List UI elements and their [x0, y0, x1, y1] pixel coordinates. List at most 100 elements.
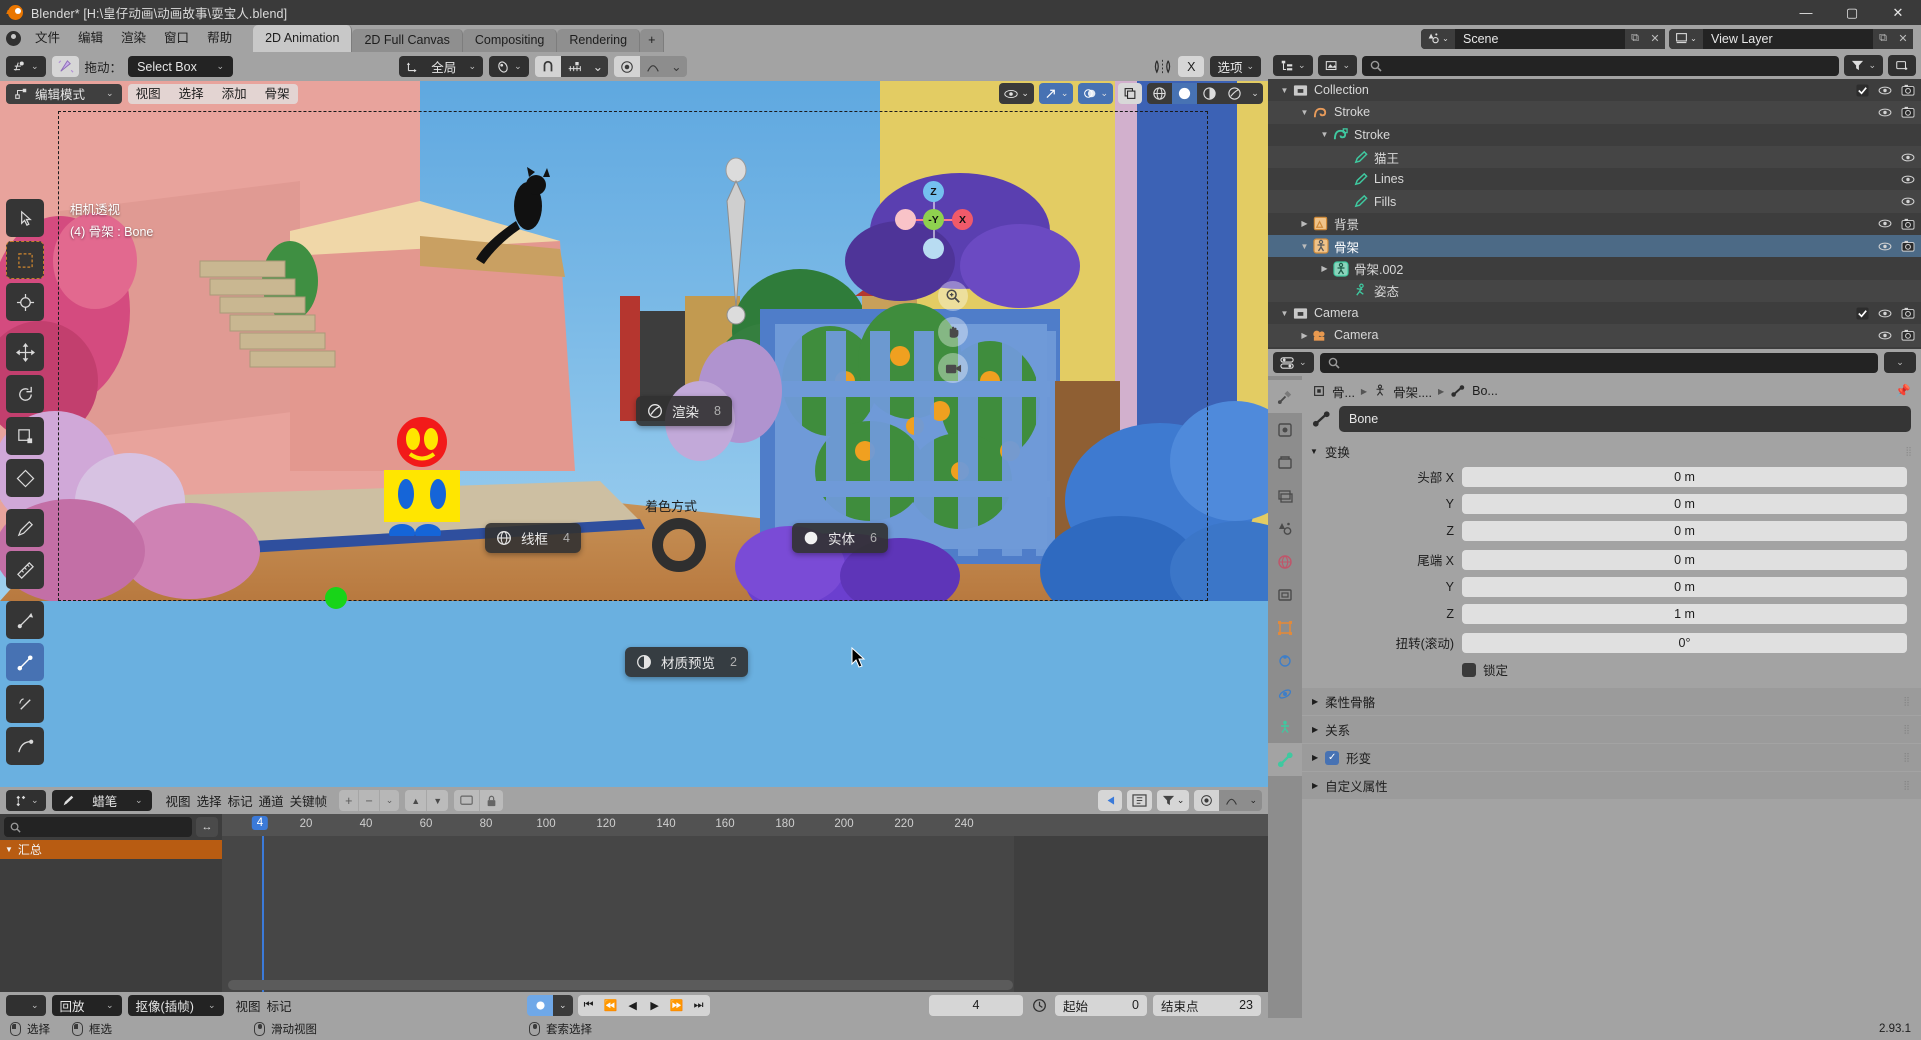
- pivot-point-dropdown[interactable]: ⌄: [489, 56, 529, 77]
- tool-move[interactable]: [6, 333, 44, 371]
- current-frame-field[interactable]: 4: [929, 994, 1023, 1016]
- tab-collection[interactable]: [1268, 578, 1302, 611]
- field-tail-x-value[interactable]: 0 m: [1462, 549, 1907, 570]
- section-deform[interactable]: ▶ ✓ 形变 ⣿: [1302, 744, 1921, 771]
- only-show-selected-icon[interactable]: [454, 790, 480, 811]
- jump-to-end-button[interactable]: ⏭: [688, 995, 710, 1016]
- navigation-gizmo[interactable]: Z -Y X: [895, 181, 973, 259]
- bone-name-field[interactable]: Bone: [1339, 406, 1911, 432]
- section-bbone[interactable]: ▶ 柔性骨骼 ⣿: [1302, 688, 1921, 715]
- outliner-row[interactable]: ▶ 背景: [1268, 213, 1921, 235]
- tab-object-data[interactable]: [1268, 710, 1302, 743]
- outliner-filter-icon[interactable]: ⌄: [1844, 55, 1883, 76]
- field-head-x-value[interactable]: 0 m: [1462, 466, 1907, 487]
- keying-popover[interactable]: 抠像(插帧) ⌄: [127, 994, 224, 1016]
- tab-view-layer[interactable]: [1268, 479, 1302, 512]
- dope-falloff-icon[interactable]: [1219, 790, 1245, 811]
- tab-scene[interactable]: [1268, 512, 1302, 545]
- outliner-expand-toggle[interactable]: ▼: [1278, 86, 1291, 95]
- view-frame-icon[interactable]: [1126, 790, 1152, 811]
- outliner-display-mode[interactable]: ⌄: [1317, 55, 1358, 76]
- menu-file[interactable]: 文件: [26, 25, 69, 52]
- tab-bone[interactable]: [1268, 743, 1302, 776]
- tab-physics[interactable]: [1268, 677, 1302, 710]
- shading-material-preview-icon[interactable]: [1197, 83, 1222, 104]
- snap-magnet-icon[interactable]: [534, 56, 561, 77]
- viewport-menu-add[interactable]: 添加: [214, 84, 255, 104]
- tab-world[interactable]: [1268, 545, 1302, 578]
- dopesheet-editor-type[interactable]: ⌄: [6, 790, 46, 811]
- camera-icon[interactable]: [1901, 240, 1915, 252]
- deform-checkbox[interactable]: ✓: [1325, 750, 1340, 765]
- pie-item-material-preview[interactable]: 材质预览 2: [625, 647, 748, 677]
- unlink-scene-button[interactable]: ✕: [1645, 28, 1665, 49]
- dope-snap-icon[interactable]: [1194, 790, 1220, 811]
- outliner-expand-toggle[interactable]: ▼: [1298, 242, 1311, 251]
- dopesheet-menu-select[interactable]: 选择: [197, 791, 222, 810]
- outliner-tree[interactable]: ▼ Collection ▼ Stroke ▼ Stroke 猫王 Lines Fills ▶ 背景…: [1268, 79, 1921, 349]
- dope-key-area[interactable]: 4 20 40 60 80 100 120 140 160 180 200 22…: [222, 814, 1268, 992]
- outliner-row[interactable]: ▶ Camera: [1268, 324, 1921, 347]
- tool-tweak[interactable]: [6, 199, 44, 237]
- minimize-button[interactable]: —: [1783, 0, 1829, 25]
- dopesheet-menu-view[interactable]: 视图: [166, 791, 191, 810]
- visibility-dropdown[interactable]: ⌄: [999, 83, 1034, 104]
- end-frame-field[interactable]: 结束点 23: [1153, 994, 1261, 1016]
- field-head-z-value[interactable]: 0 m: [1462, 520, 1907, 541]
- breadcrumb-bone[interactable]: Bo...: [1472, 384, 1498, 398]
- timeline-menu-view[interactable]: 视图: [236, 996, 261, 1015]
- shading-wireframe-icon[interactable]: [1147, 83, 1172, 104]
- xray-toggle[interactable]: [1118, 83, 1142, 104]
- pan-hand-icon[interactable]: [938, 317, 968, 347]
- outliner-row[interactable]: 姿态: [1268, 279, 1921, 302]
- outliner-expand-toggle[interactable]: ▶: [1298, 219, 1311, 228]
- gizmo-neg-z-axis[interactable]: [923, 238, 944, 259]
- eye-icon[interactable]: [1878, 218, 1892, 229]
- outliner-row[interactable]: ▼ Camera: [1268, 302, 1921, 324]
- dopesheet-menu-marker[interactable]: 标记: [228, 791, 253, 810]
- mirror-x-icon[interactable]: [1153, 58, 1172, 75]
- tool-bone-envelope[interactable]: [6, 727, 44, 765]
- timeline-menu-marker[interactable]: 标记: [267, 996, 292, 1015]
- remove-keyframe-button[interactable]: −: [358, 790, 379, 811]
- options-dropdown[interactable]: 选项 ⌄: [1210, 56, 1261, 77]
- tool-bone-size[interactable]: [6, 643, 44, 681]
- lock-icon[interactable]: [479, 790, 504, 811]
- shading-dropdown-arrow[interactable]: ⌄: [1247, 83, 1263, 104]
- outliner-row[interactable]: Lines: [1268, 168, 1921, 190]
- viewport-menu-select[interactable]: 选择: [171, 84, 212, 104]
- properties-options-dropdown[interactable]: ⌄: [1884, 352, 1916, 373]
- outliner-row[interactable]: ▼ 骨架: [1268, 235, 1921, 258]
- dopesheet-menu-channel[interactable]: 通道: [259, 791, 284, 810]
- tab-2d-animation[interactable]: 2D Animation: [253, 25, 353, 52]
- channel-expand-button[interactable]: ↔: [196, 817, 218, 837]
- move-down-button[interactable]: ▼: [426, 790, 449, 811]
- camera-icon[interactable]: [1901, 329, 1915, 342]
- outliner-expand-toggle[interactable]: ▼: [1318, 130, 1331, 139]
- play-button[interactable]: ▶: [644, 995, 666, 1016]
- move-up-button[interactable]: ▲: [405, 790, 427, 811]
- tool-rotate[interactable]: [6, 375, 44, 413]
- auto-keying-toggle[interactable]: [527, 994, 553, 1016]
- scene-selector[interactable]: ⌄ Scene ⧉ ✕: [1421, 28, 1665, 49]
- gizmo-y-axis[interactable]: -Y: [923, 209, 944, 230]
- camera-icon[interactable]: [1901, 218, 1915, 230]
- eye-icon[interactable]: [1878, 308, 1892, 319]
- tool-bone-roll[interactable]: [6, 685, 44, 723]
- channel-group-summary[interactable]: ▼ 汇总: [0, 840, 222, 859]
- tool-annotate[interactable]: [6, 509, 44, 547]
- field-head-y-value[interactable]: 0 m: [1462, 493, 1907, 514]
- blender-menu-icon[interactable]: [0, 25, 26, 52]
- channel-search-input[interactable]: [4, 817, 192, 837]
- tab-2d-full-canvas[interactable]: 2D Full Canvas: [352, 29, 463, 52]
- overlays-toggle[interactable]: ⌄: [1078, 83, 1113, 104]
- tool-scale[interactable]: [6, 417, 44, 455]
- mirror-x-toggle[interactable]: X: [1178, 56, 1205, 77]
- outliner-checkbox[interactable]: [1856, 307, 1869, 320]
- gizmo-toggle[interactable]: ⌄: [1038, 83, 1074, 104]
- keyframe-dropdown[interactable]: ⌄: [378, 790, 400, 811]
- lock-checkbox[interactable]: [1462, 662, 1476, 677]
- field-tail-y-value[interactable]: 0 m: [1462, 576, 1907, 597]
- camera-view-icon[interactable]: [938, 353, 968, 383]
- pie-item-solid[interactable]: 实体 6: [792, 523, 888, 553]
